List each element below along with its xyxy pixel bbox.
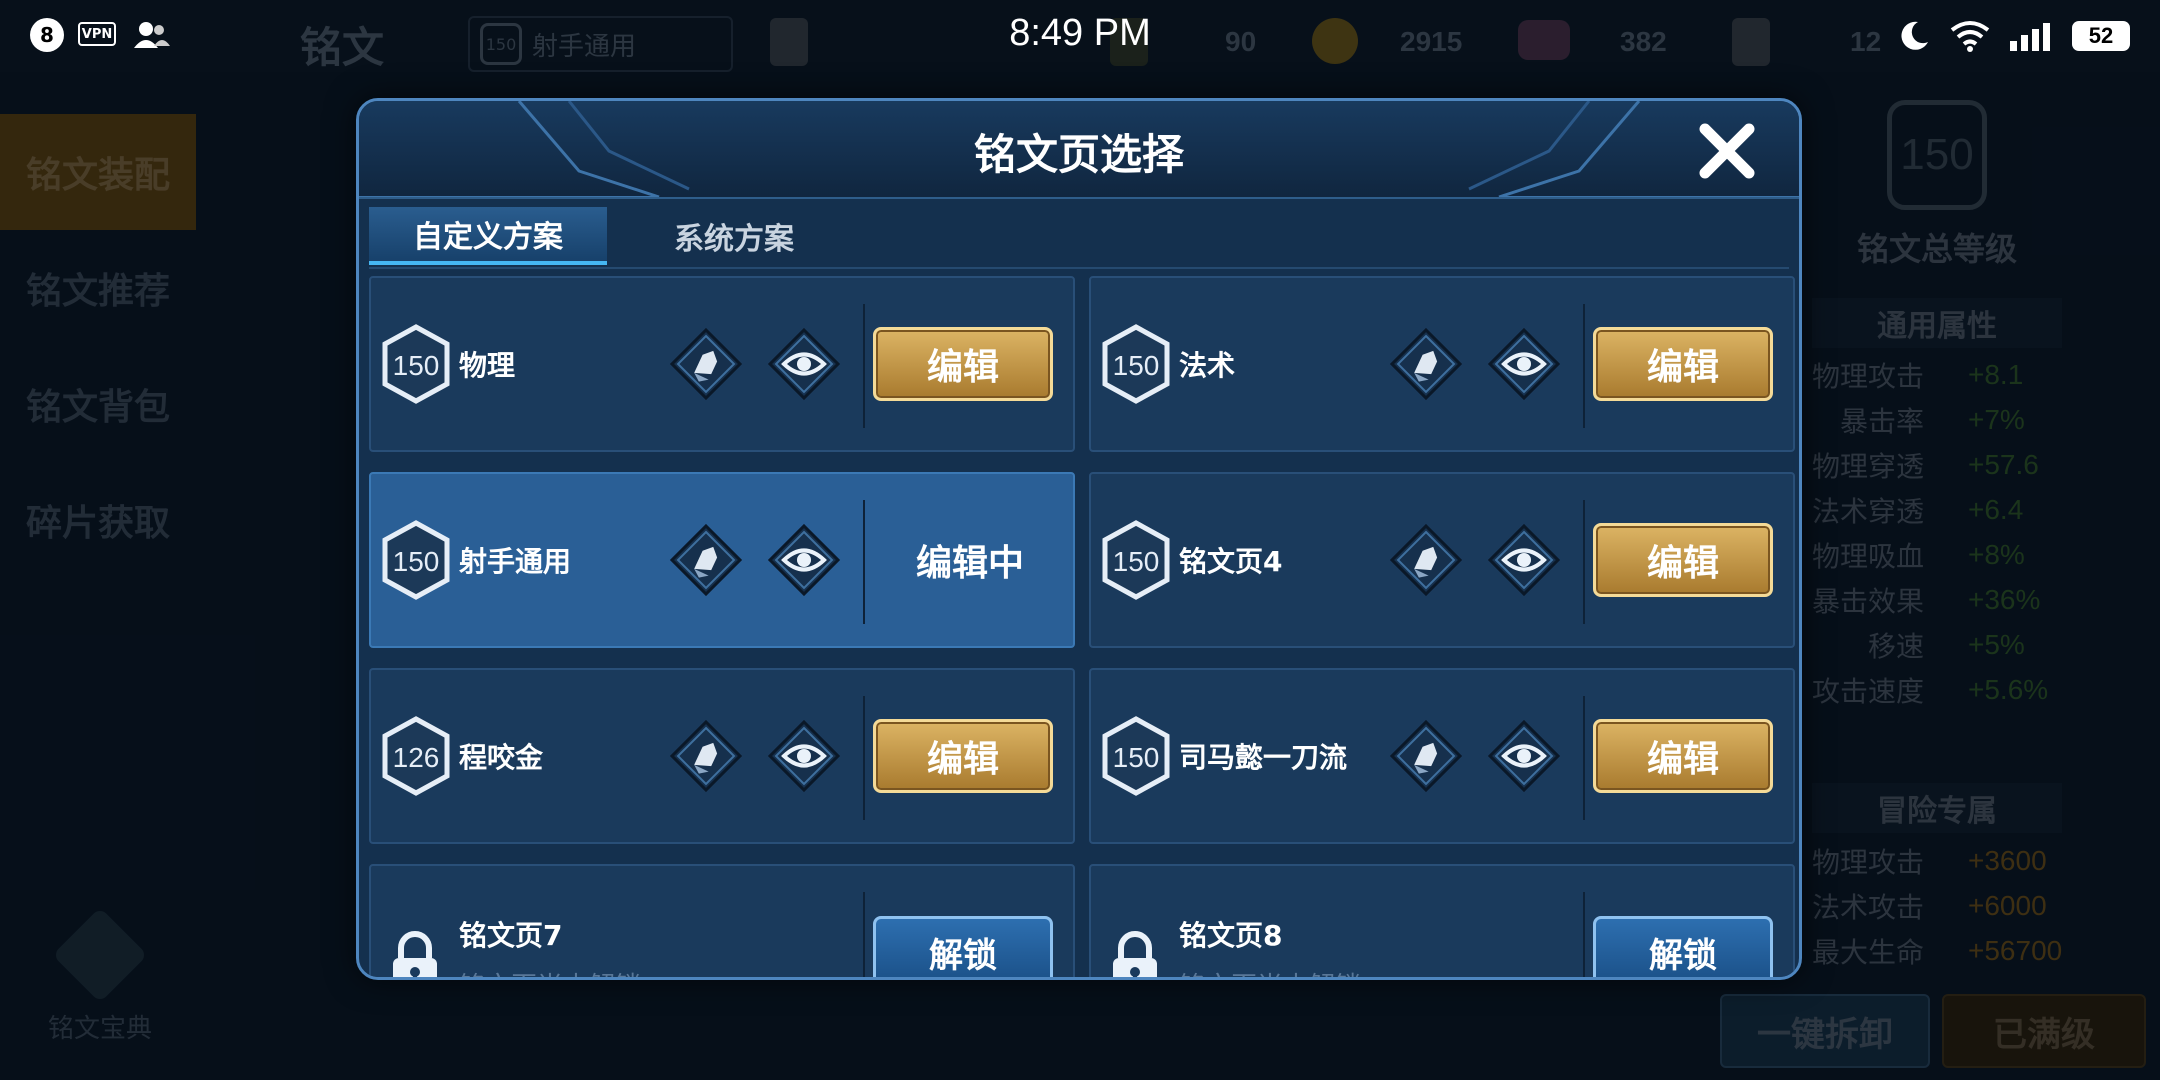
level-hex-badge: 126 [382,716,450,796]
locked-page-hint: 铭文页尚未解锁 [1179,966,1361,977]
rename-icon[interactable] [1389,719,1463,793]
lock-icon [393,931,437,977]
signal-icon [2010,23,2050,51]
tab-custom[interactable]: 自定义方案 [369,207,607,265]
locked-rune-page-card: 铭文页7 铭文页尚未解锁 解锁 [369,864,1075,977]
preview-eye-icon[interactable] [1487,719,1561,793]
preview-eye-icon[interactable] [1487,327,1561,401]
rune-page-name: 司马懿一刀流 [1179,741,1348,774]
unlock-button[interactable]: 解锁 [873,916,1053,977]
locked-page-hint: 铭文页尚未解锁 [459,966,641,977]
rune-page-card[interactable]: 126 程咬金 编辑 [369,668,1075,844]
divider [1583,500,1585,624]
rune-page-select-dialog: 铭文页选择 自定义方案 系统方案 150 物理 编辑 150 法术 编辑 150 射手通用 编辑… [356,98,1802,980]
divider [863,696,865,820]
preview-eye-icon[interactable] [1487,523,1561,597]
dialog-title: 铭文页选择 [973,130,1184,179]
divider [863,500,865,624]
divider [863,304,865,428]
rune-page-name: 铭文页4 [1179,545,1283,578]
rename-icon[interactable] [669,523,743,597]
tab-system[interactable]: 系统方案 [615,207,853,265]
unlock-button[interactable]: 解锁 [1593,916,1773,977]
divider [1583,696,1585,820]
battery-icon: 52 [2072,21,2130,51]
locked-rune-page-card: 铭文页8 铭文页尚未解锁 解锁 [1089,864,1795,977]
rename-icon[interactable] [1389,327,1463,401]
rune-page-name: 物理 [459,349,516,382]
edit-button[interactable]: 编辑 [1593,719,1773,793]
tab-bar: 自定义方案 系统方案 [369,207,1789,269]
rename-icon[interactable] [669,327,743,401]
level-hex-badge: 150 [1102,324,1170,404]
preview-eye-icon[interactable] [767,523,841,597]
vpn-icon: VPN [78,22,116,46]
level-hex-badge: 150 [382,520,450,600]
rune-page-card[interactable]: 150 法术 编辑 [1089,276,1795,452]
users-icon [134,22,170,48]
locked-page-name: 铭文页7 [459,919,563,952]
rune-page-card[interactable]: 150 射手通用 编辑中 [369,472,1075,648]
editing-status: 编辑中 [915,543,1024,584]
rune-page-card[interactable]: 150 司马懿一刀流 编辑 [1089,668,1795,844]
divider [1583,304,1585,428]
preview-eye-icon[interactable] [767,719,841,793]
rename-icon[interactable] [1389,523,1463,597]
status-bar: 8 VPN 8:49 PM 52 [0,0,2160,72]
edit-button[interactable]: 编辑 [873,719,1053,793]
level-number: 150 [1113,742,1160,773]
dialog-header: 铭文页选择 [359,101,1799,199]
level-number: 150 [1113,350,1160,381]
rename-icon[interactable] [669,719,743,793]
rune-page-card[interactable]: 150 铭文页4 编辑 [1089,472,1795,648]
divider [863,892,865,977]
locked-page-name: 铭文页8 [1179,919,1283,952]
preview-eye-icon[interactable] [767,327,841,401]
divider [1583,892,1585,977]
edit-button[interactable]: 编辑 [873,327,1053,401]
level-number: 150 [1113,546,1160,577]
rune-page-name: 程咬金 [459,741,544,774]
wifi-icon [1950,21,1990,52]
rune-page-name: 射手通用 [459,545,572,578]
lock-icon [1113,931,1157,977]
notification-badge: 8 [30,18,64,52]
rune-page-grid: 150 物理 编辑 150 法术 编辑 150 射手通用 编辑中 150 铭文页4 编辑 126 程咬金编… [369,276,1795,977]
moon-icon [1901,21,1928,50]
clock: 8:49 PM [1009,12,1151,54]
level-hex-badge: 150 [1102,520,1170,600]
edit-button[interactable]: 编辑 [1593,327,1773,401]
level-number: 126 [393,742,440,773]
close-icon[interactable] [1695,119,1759,183]
rune-page-card[interactable]: 150 物理 编辑 [369,276,1075,452]
level-number: 150 [393,350,440,381]
level-hex-badge: 150 [382,324,450,404]
rune-page-name: 法术 [1179,349,1236,382]
level-number: 150 [393,546,440,577]
edit-button[interactable]: 编辑 [1593,523,1773,597]
level-hex-badge: 150 [1102,716,1170,796]
